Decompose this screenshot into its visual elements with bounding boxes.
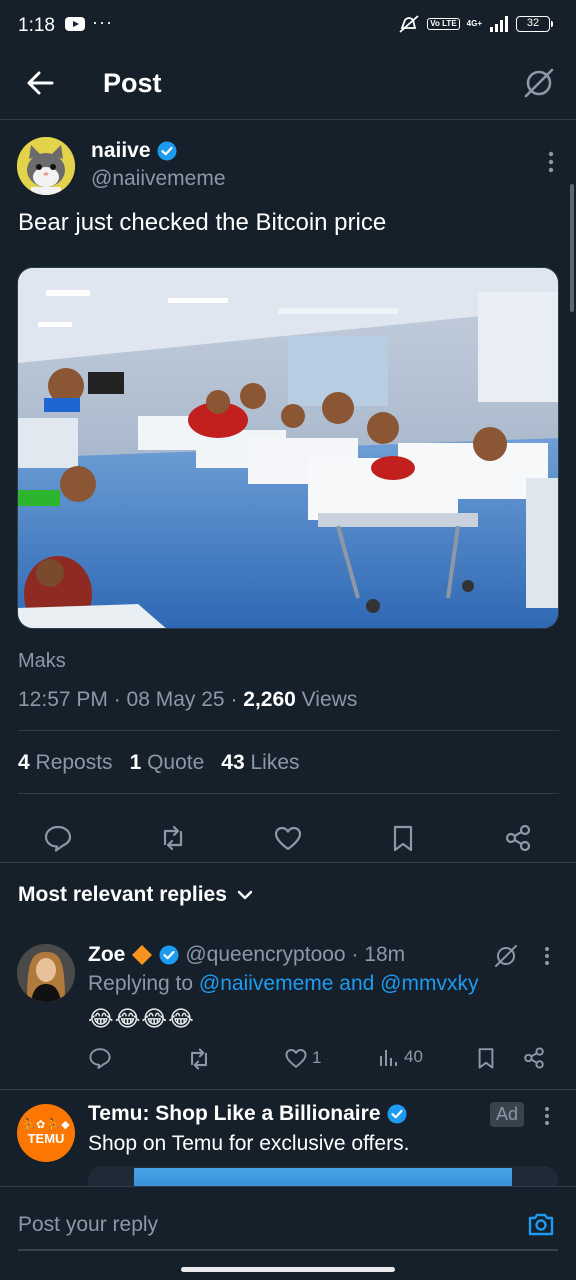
replies-sort-label: Most relevant replies	[18, 883, 227, 906]
reply-icon	[89, 1048, 111, 1069]
divider	[18, 730, 559, 731]
reply-handle-time[interactable]: @queencryptooo · 18m	[185, 943, 405, 967]
page-title: Post	[103, 68, 162, 98]
reply-like-button[interactable]: 1	[284, 1046, 321, 1070]
reply-reply-button[interactable]	[88, 1046, 112, 1070]
reply-views-button[interactable]: 40	[378, 1046, 423, 1068]
reply-composer: Post your reply	[0, 1186, 576, 1280]
bookmark-icon[interactable]	[388, 823, 418, 853]
replying-mentions[interactable]: @naiivememe and @mmvxky	[199, 972, 479, 995]
reply-repost-button[interactable]	[186, 1046, 212, 1072]
chevron-down-icon	[237, 890, 253, 900]
author-avatar[interactable]	[17, 137, 75, 195]
engagement-stats: 4 Reposts 1 Quote 43 Likes	[18, 751, 300, 775]
author-handle[interactable]: @naiivememe	[91, 167, 226, 191]
grok-icon[interactable]	[494, 944, 518, 968]
like-icon	[285, 1049, 307, 1068]
section-divider	[0, 862, 576, 863]
share-icon	[524, 1047, 544, 1069]
status-icons: Vo LTE 4G+ 32	[398, 14, 553, 34]
post-image[interactable]	[17, 267, 559, 629]
views-count: 2,260	[243, 688, 296, 711]
replying-to: Replying to @naiivememe and @mmvxky	[88, 972, 478, 996]
top-bar: Post	[0, 52, 576, 120]
post-actions	[0, 811, 576, 865]
camera-icon[interactable]	[526, 1209, 556, 1239]
signal-icon	[490, 16, 508, 32]
home-indicator[interactable]	[181, 1267, 395, 1272]
ad-author-name[interactable]: Temu: Shop Like a Billionaire	[88, 1102, 381, 1126]
status-overflow: ···	[92, 12, 113, 32]
replies-sort-dropdown[interactable]: Most relevant replies	[18, 883, 253, 907]
reposts-count: 4	[18, 751, 30, 774]
views-label: Views	[295, 688, 358, 711]
author-name-text: naiive	[91, 139, 151, 162]
temu-logo-text: TEMU	[27, 1131, 65, 1146]
more-options-icon[interactable]	[548, 151, 554, 173]
share-icon[interactable]	[503, 823, 533, 853]
reposts-stat[interactable]: 4 Reposts	[18, 751, 113, 775]
post-text: Bear just checked the Bitcoin price	[18, 209, 387, 236]
bookmark-icon	[478, 1048, 494, 1069]
views-icon	[380, 1050, 397, 1066]
reply-item[interactable]: Zoe @queencryptooo · 18m Replying to @na…	[0, 940, 576, 1090]
ad-author: Temu: Shop Like a Billionaire	[88, 1102, 407, 1126]
reply-bookmark-button[interactable]	[474, 1046, 498, 1070]
repost-icon[interactable]	[158, 823, 188, 853]
like-icon[interactable]	[273, 823, 303, 853]
grok-icon[interactable]	[522, 66, 556, 100]
reply-avatar[interactable]	[17, 944, 75, 1002]
reply-icon[interactable]	[43, 823, 73, 853]
reply-header: Zoe @queencryptooo · 18m	[88, 943, 405, 967]
reply-like-count: 1	[312, 1048, 322, 1067]
reply-more-options-icon[interactable]	[544, 946, 550, 966]
mute-icon	[399, 15, 419, 33]
temu-logo[interactable]: ⛹✿⛹◆ TEMU	[17, 1104, 75, 1162]
post-meta: 12:57 PM · 08 May 25 · 2,260 Views	[18, 688, 357, 712]
promoted-post[interactable]: ⛹✿⛹◆ TEMU Temu: Shop Like a Billionaire …	[0, 1090, 576, 1196]
ad-badge: Ad	[489, 1102, 524, 1127]
verified-badge-icon	[387, 1104, 406, 1124]
post-timestamp: 12:57 PM · 08 May 25 ·	[18, 688, 244, 711]
reply-text: 😂😂😂😂	[88, 1006, 195, 1031]
verified-badge-icon	[157, 141, 177, 161]
reply-input[interactable]: Post your reply	[18, 1213, 158, 1237]
divider	[18, 793, 559, 794]
quotes-stat[interactable]: 1 Quote	[130, 751, 205, 775]
status-time: 1:18	[18, 15, 55, 36]
status-bar: 1:18 ··· Vo LTE 4G+ 32	[0, 0, 576, 52]
repost-icon	[191, 1048, 207, 1070]
author-name[interactable]: naiive	[91, 139, 177, 163]
reply-share-button[interactable]	[522, 1046, 546, 1070]
reply-views-count: 40	[404, 1047, 423, 1066]
likes-count: 43	[221, 751, 245, 774]
reply-actions: 1 40	[88, 1046, 558, 1076]
diamond-emoji-icon	[132, 945, 153, 965]
reposts-label: Reposts	[29, 751, 113, 774]
quotes-count: 1	[129, 751, 142, 774]
quotes-label: Quote	[141, 751, 205, 774]
verified-badge-icon	[159, 945, 179, 965]
replying-prefix: Replying to	[88, 972, 199, 995]
ad-description: Shop on Temu for exclusive offers.	[88, 1132, 410, 1155]
input-underline	[18, 1249, 558, 1251]
scrollbar[interactable]	[570, 184, 574, 312]
back-arrow-icon[interactable]	[24, 67, 56, 99]
temu-logo-glyphs: ⛹✿⛹◆	[21, 1119, 71, 1131]
network-label: 4G+	[466, 19, 482, 28]
likes-label: Likes	[244, 751, 300, 774]
youtube-icon	[65, 17, 85, 31]
battery-icon: 32	[516, 16, 553, 32]
reply-author-name[interactable]: Zoe	[88, 943, 125, 967]
volte-icon: Vo LTE	[427, 18, 460, 30]
media-caption: Maks	[18, 650, 66, 672]
ad-more-options-icon[interactable]	[544, 1106, 550, 1126]
likes-stat[interactable]: 43 Likes	[221, 751, 299, 775]
